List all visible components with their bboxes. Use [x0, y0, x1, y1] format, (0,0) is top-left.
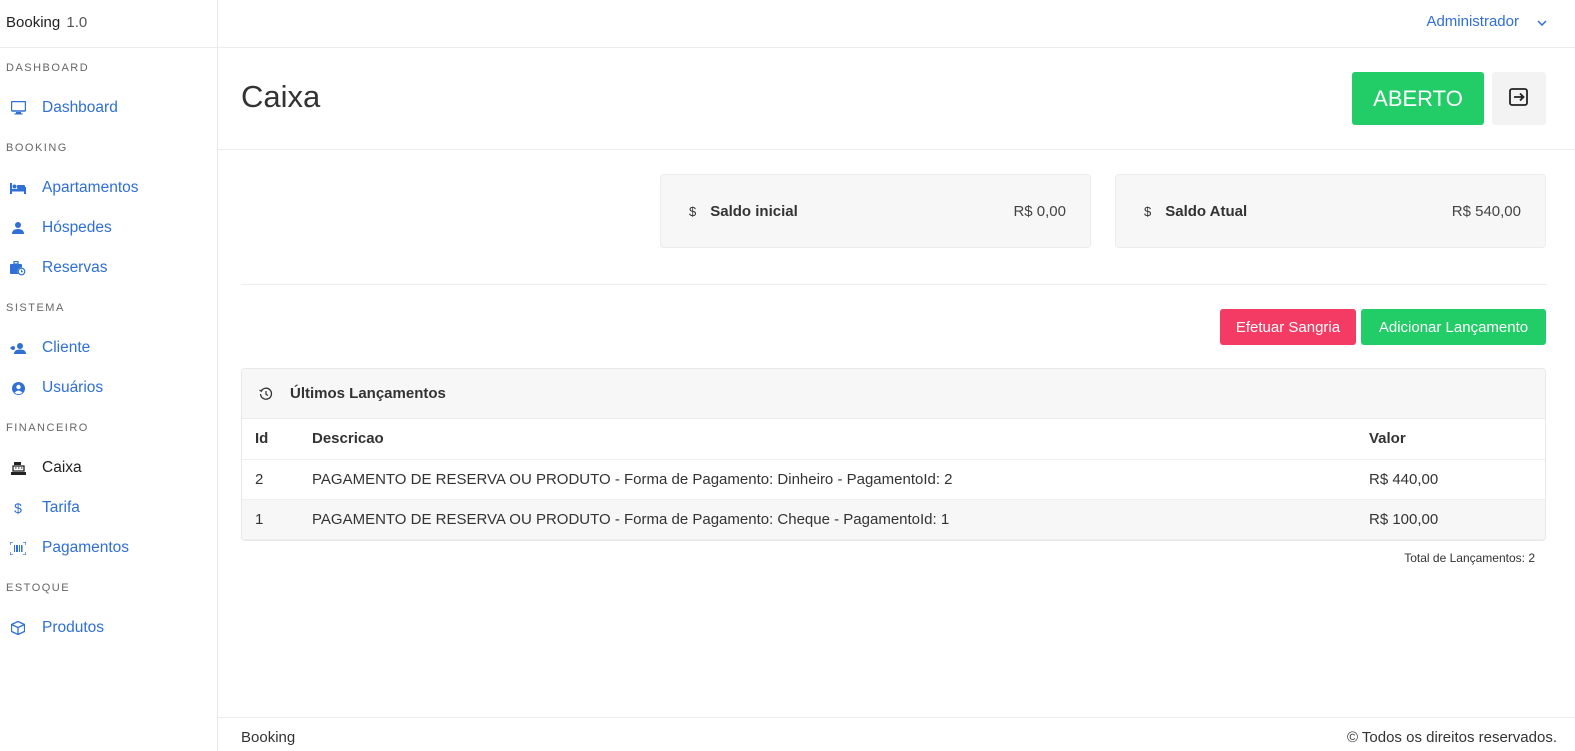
user-name: Administrador: [1426, 13, 1519, 30]
sidebar-item-label: Produtos: [42, 619, 105, 636]
table-row[interactable]: 2 PAGAMENTO DE RESERVA OU PRODUTO - Form…: [242, 459, 1545, 500]
sidebar-item-label: Usuários: [42, 379, 104, 396]
footer-copyright: © Todos os direitos reservados.: [1346, 729, 1557, 746]
cell-id: 2: [242, 459, 312, 500]
dollar-icon: $: [14, 500, 22, 516]
history-icon: [259, 387, 273, 401]
footer: Booking © Todos os direitos reservados.: [218, 717, 1575, 751]
card-value: R$ 0,00: [1013, 202, 1066, 220]
nav-section-dashboard: DASHBOARD: [6, 62, 90, 74]
sidebar-item-pagamentos[interactable]: Pagamentos: [0, 528, 217, 568]
page-header: Caixa ABERTO: [218, 49, 1575, 150]
add-entry-button[interactable]: Adicionar Lançamento: [1361, 309, 1546, 345]
sidebar-item-label: Tarifa: [42, 499, 80, 516]
sidebar-item-label: Caixa: [42, 459, 82, 476]
barcode-icon: [10, 540, 26, 556]
nav-section-sistema: SISTEMA: [6, 302, 65, 314]
sidebar-item-apartamentos[interactable]: Apartamentos: [0, 168, 217, 208]
card-saldo-inicial: $ Saldo inicial R$ 0,00: [660, 174, 1091, 248]
sidebar-item-caixa[interactable]: Caixa: [0, 448, 217, 488]
footer-brand: Booking: [241, 729, 296, 746]
dollar-icon: $: [1144, 203, 1152, 219]
monitor-icon: [10, 100, 26, 116]
cell-id: 1: [242, 499, 312, 540]
sign-out-icon: [1509, 87, 1529, 110]
sidebar-item-label: Hóspedes: [42, 219, 112, 236]
user-group-icon: [10, 340, 26, 356]
close-cash-button[interactable]: [1492, 72, 1546, 125]
topbar: Administrador: [218, 0, 1575, 48]
user-menu[interactable]: Administrador: [1426, 13, 1547, 30]
user-icon: [10, 220, 26, 236]
cash-status-button[interactable]: ABERTO: [1352, 72, 1484, 125]
sidebar-item-label: Pagamentos: [42, 539, 130, 556]
box-icon: [10, 620, 26, 636]
suitcase-clock-icon: [10, 260, 26, 276]
sidebar-item-produtos[interactable]: Produtos: [0, 608, 217, 648]
sidebar-item-usuarios[interactable]: Usuários: [0, 368, 217, 408]
sidebar-item-cliente[interactable]: Cliente: [0, 328, 217, 368]
cash-register-icon: [10, 460, 26, 476]
nav-section-financeiro: FINANCEIRO: [6, 422, 89, 434]
panel-header: Últimos Lançamentos: [242, 369, 1545, 419]
cell-valor: R$ 100,00: [1369, 499, 1545, 540]
brand-name: Booking: [6, 14, 61, 31]
sidebar-item-label: Dashboard: [42, 99, 118, 116]
cell-descricao: PAGAMENTO DE RESERVA OU PRODUTO - Forma …: [312, 499, 1369, 540]
sidebar-item-label: Cliente: [42, 339, 91, 356]
panel-title: Últimos Lançamentos: [290, 385, 446, 402]
brand-version: 1.0: [66, 14, 88, 31]
cell-valor: R$ 440,00: [1369, 459, 1545, 500]
sangria-button[interactable]: Efetuar Sangria: [1220, 309, 1356, 345]
table-header-row: Id Descricao Valor: [242, 419, 1545, 460]
card-label: Saldo Atual: [1165, 202, 1248, 220]
card-value: R$ 540,00: [1451, 202, 1521, 220]
card-label: Saldo inicial: [710, 202, 798, 220]
table-row[interactable]: 1 PAGAMENTO DE RESERVA OU PRODUTO - Form…: [242, 499, 1545, 540]
entries-table: Id Descricao Valor 2 PAGAMENTO DE RESERV…: [242, 419, 1545, 540]
sidebar-item-tarifa[interactable]: $ Tarifa: [0, 488, 217, 528]
bed-icon: [10, 180, 26, 196]
user-circle-icon: [10, 380, 26, 396]
column-header-id: Id: [242, 419, 312, 460]
nav-section-booking: BOOKING: [6, 142, 68, 154]
page-title: Caixa: [241, 79, 321, 114]
sidebar-item-hospedes[interactable]: Hóspedes: [0, 208, 217, 248]
column-header-valor: Valor: [1369, 419, 1545, 460]
app-brand[interactable]: Booking 1.0: [0, 0, 217, 48]
column-header-descricao: Descricao: [312, 419, 1369, 460]
divider: [241, 284, 1546, 285]
sidebar: Booking 1.0 DASHBOARD Dashboard BOOKING …: [0, 0, 218, 751]
entries-panel: Últimos Lançamentos Id Descricao Valor 2…: [241, 368, 1546, 541]
sidebar-item-label: Reservas: [42, 259, 108, 276]
cell-descricao: PAGAMENTO DE RESERVA OU PRODUTO - Forma …: [312, 459, 1369, 500]
sidebar-item-label: Apartamentos: [42, 179, 139, 196]
nav-section-estoque: ESTOQUE: [6, 582, 71, 594]
sidebar-item-dashboard[interactable]: Dashboard: [0, 88, 217, 128]
chevron-down-icon: [1537, 15, 1547, 29]
sidebar-item-reservas[interactable]: Reservas: [0, 248, 217, 288]
dollar-icon: $: [689, 203, 697, 219]
entries-total: Total de Lançamentos: 2: [1404, 551, 1535, 565]
card-saldo-atual: $ Saldo Atual R$ 540,00: [1115, 174, 1546, 248]
